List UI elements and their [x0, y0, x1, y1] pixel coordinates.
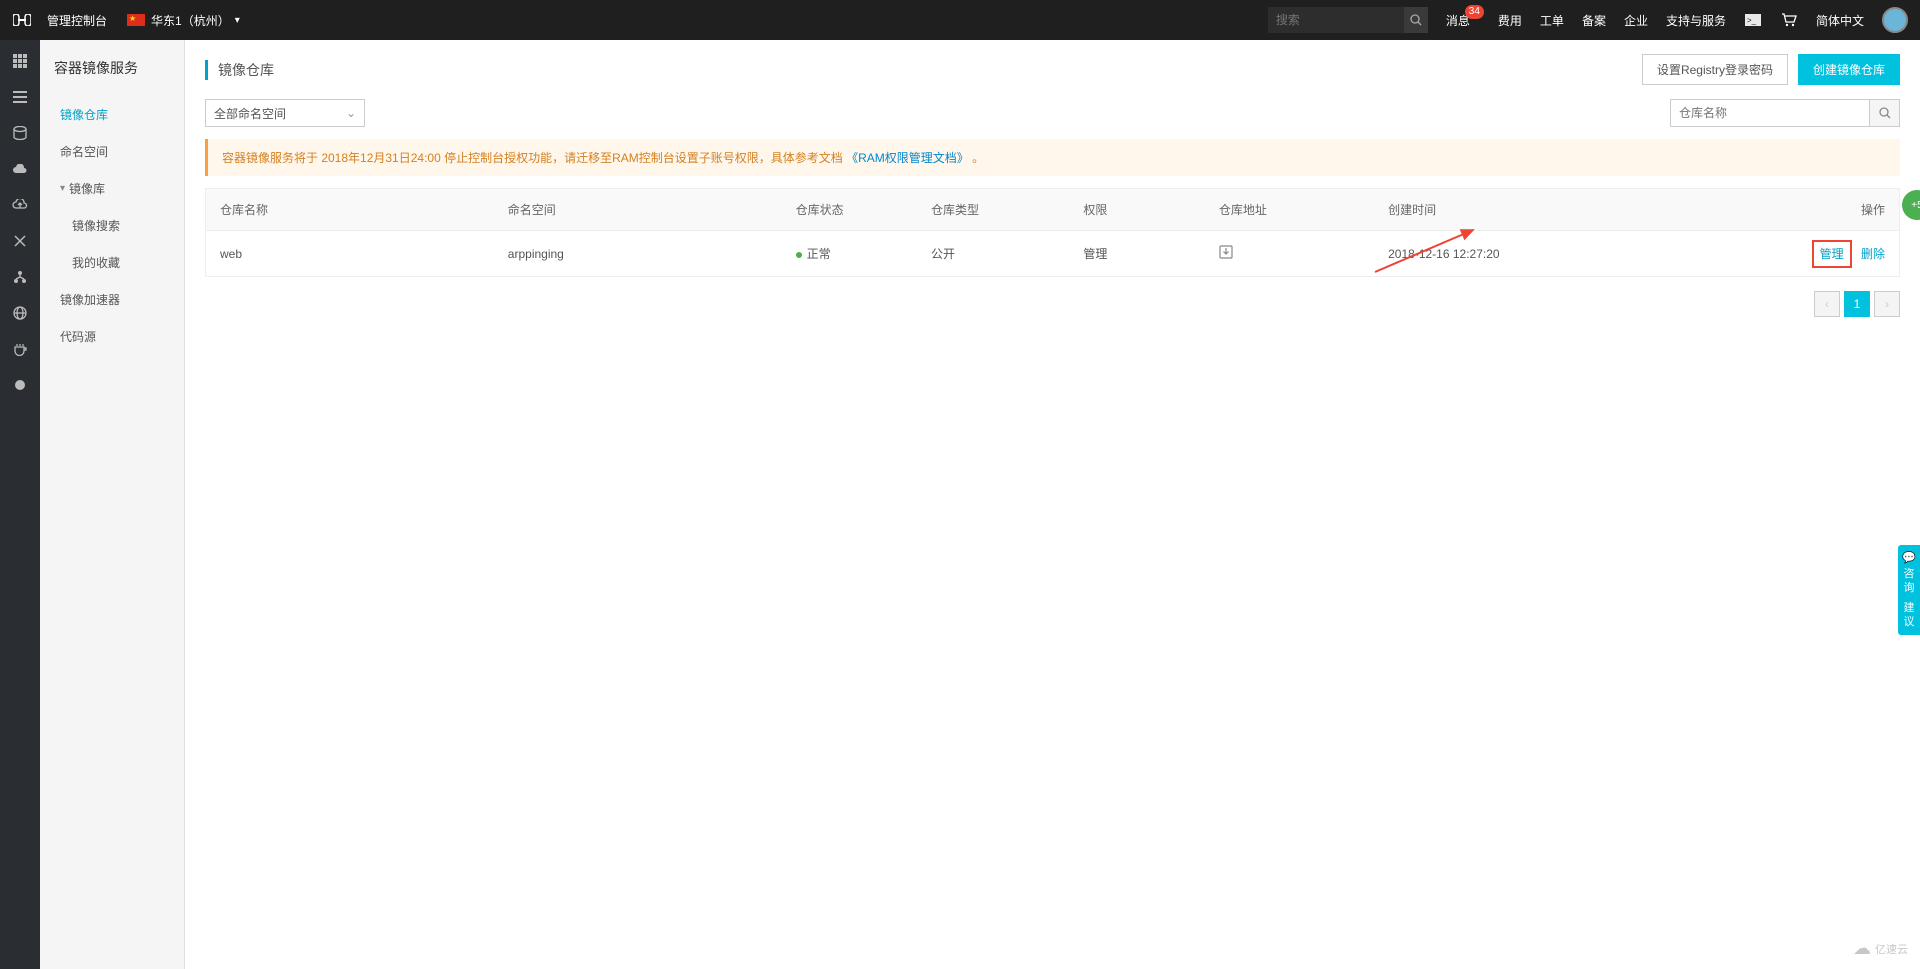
- icon-rail: [0, 40, 40, 969]
- global-search-button[interactable]: [1404, 7, 1428, 33]
- sidebar-item-mirror-lib[interactable]: ▾ 镜像库: [40, 170, 184, 207]
- warning-banner: 容器镜像服务将于 2018年12月31日24:00 停止控制台授权功能，请迁移至…: [205, 139, 1900, 176]
- list-icon[interactable]: [11, 88, 29, 106]
- sidebar-item-source[interactable]: 代码源: [40, 318, 184, 355]
- cloud-upload-icon[interactable]: [11, 196, 29, 214]
- th-addr: 仓库地址: [1205, 189, 1374, 231]
- namespace-select[interactable]: 全部命名空间 ⌄: [205, 99, 365, 127]
- table-header-row: 仓库名称 命名空间 仓库状态 仓库类型 权限 仓库地址 创建时间 操作: [206, 189, 1899, 231]
- cell-name: web: [206, 231, 494, 277]
- cell-created: 2018-12-16 12:27:20: [1374, 231, 1594, 277]
- cup-icon[interactable]: [11, 340, 29, 358]
- cloud-watermark-icon: ☁: [1853, 938, 1871, 959]
- region-label: 华东1（杭州）: [151, 12, 230, 29]
- page-title: 镜像仓库: [205, 60, 274, 80]
- repo-search: [1670, 99, 1900, 127]
- th-namespace: 命名空间: [494, 189, 782, 231]
- nav-message[interactable]: 消息 34: [1446, 12, 1470, 29]
- chevron-down-icon: ⌄: [346, 106, 356, 120]
- chevron-down-icon: ▾: [235, 15, 240, 26]
- page-header: 镜像仓库 设置Registry登录密码 创建镜像仓库: [185, 40, 1920, 99]
- globe-icon[interactable]: [11, 304, 29, 322]
- repo-search-input[interactable]: [1670, 99, 1870, 127]
- nav-lang[interactable]: 简体中文: [1816, 12, 1864, 29]
- sidebar-item-namespace[interactable]: 命名空间: [40, 133, 184, 170]
- cloud-icon[interactable]: [11, 160, 29, 178]
- sidebar: 容器镜像服务 镜像仓库 命名空间 ▾ 镜像库 镜像搜索 我的收藏 镜像加速器 代…: [40, 40, 185, 969]
- cell-actions: 管理 删除: [1594, 231, 1899, 277]
- terminal-icon[interactable]: >_: [1744, 14, 1762, 26]
- float-feedback[interactable]: 💬 咨询 建议: [1898, 545, 1920, 635]
- th-auth: 权限: [1069, 189, 1204, 231]
- nav-workorder[interactable]: 工单: [1540, 12, 1564, 29]
- cell-status: 正常: [782, 231, 917, 277]
- flag-icon: [127, 14, 145, 26]
- table-row: web arppinging 正常 公开 管理 2018-12-16 12:27…: [206, 231, 1899, 277]
- sidebar-item-search[interactable]: 镜像搜索: [40, 207, 184, 244]
- th-created: 创建时间: [1374, 189, 1594, 231]
- nav-cost[interactable]: 费用: [1498, 12, 1522, 29]
- sidebar-item-fav[interactable]: 我的收藏: [40, 244, 184, 281]
- create-repo-button[interactable]: 创建镜像仓库: [1798, 54, 1900, 85]
- manage-link[interactable]: 管理: [1812, 240, 1852, 268]
- nav-enterprise[interactable]: 企业: [1624, 12, 1648, 29]
- th-actions: 操作: [1594, 189, 1899, 231]
- avatar[interactable]: [1882, 7, 1908, 33]
- page-prev[interactable]: ‹: [1814, 291, 1840, 317]
- th-status: 仓库状态: [782, 189, 917, 231]
- cell-addr: [1205, 231, 1374, 277]
- page-next[interactable]: ›: [1874, 291, 1900, 317]
- repo-search-button[interactable]: [1870, 99, 1900, 127]
- delete-link[interactable]: 删除: [1861, 247, 1885, 261]
- global-search: [1268, 7, 1428, 33]
- cross-icon[interactable]: [11, 232, 29, 250]
- cell-namespace: arppinging: [494, 231, 782, 277]
- filter-row: 全部命名空间 ⌄: [185, 99, 1920, 139]
- th-type: 仓库类型: [917, 189, 1069, 231]
- sidebar-title: 容器镜像服务: [40, 40, 184, 92]
- page-1[interactable]: 1: [1844, 291, 1870, 317]
- repo-table: 仓库名称 命名空间 仓库状态 仓库类型 权限 仓库地址 创建时间 操作 web …: [205, 188, 1900, 277]
- apps-icon[interactable]: [11, 52, 29, 70]
- set-registry-password-button[interactable]: 设置Registry登录密码: [1642, 54, 1788, 85]
- svg-text:>_: >_: [1747, 16, 1757, 25]
- watermark: ☁ 亿速云: [1853, 938, 1908, 959]
- pagination: ‹ 1 ›: [185, 277, 1920, 331]
- branch-icon[interactable]: [11, 268, 29, 286]
- topbar: 管理控制台 华东1（杭州） ▾ 消息 34 费用 工单 备案 企业 支持与服务 …: [0, 0, 1920, 40]
- status-dot-icon: [796, 252, 802, 258]
- region-selector[interactable]: 华东1（杭州） ▾: [127, 12, 240, 29]
- circle-icon[interactable]: [11, 376, 29, 394]
- download-icon[interactable]: [1219, 248, 1233, 262]
- th-name: 仓库名称: [206, 189, 494, 231]
- ram-doc-link[interactable]: 《RAM权限管理文档》: [846, 151, 969, 165]
- nav-beian[interactable]: 备案: [1582, 12, 1606, 29]
- sidebar-item-repo[interactable]: 镜像仓库: [40, 96, 184, 133]
- sidebar-item-accel[interactable]: 镜像加速器: [40, 281, 184, 318]
- global-search-input[interactable]: [1268, 13, 1404, 27]
- caret-down-icon: ▾: [60, 183, 65, 194]
- cell-type: 公开: [917, 231, 1069, 277]
- cart-icon[interactable]: [1780, 13, 1798, 27]
- main-content: 镜像仓库 设置Registry登录密码 创建镜像仓库 全部命名空间 ⌄ 容器镜像…: [185, 40, 1920, 969]
- cell-auth: 管理: [1069, 231, 1204, 277]
- nav-support[interactable]: 支持与服务: [1666, 12, 1726, 29]
- console-label[interactable]: 管理控制台: [47, 12, 107, 29]
- database-icon[interactable]: [11, 124, 29, 142]
- message-badge: 34: [1465, 5, 1484, 19]
- logo-icon[interactable]: [12, 13, 32, 27]
